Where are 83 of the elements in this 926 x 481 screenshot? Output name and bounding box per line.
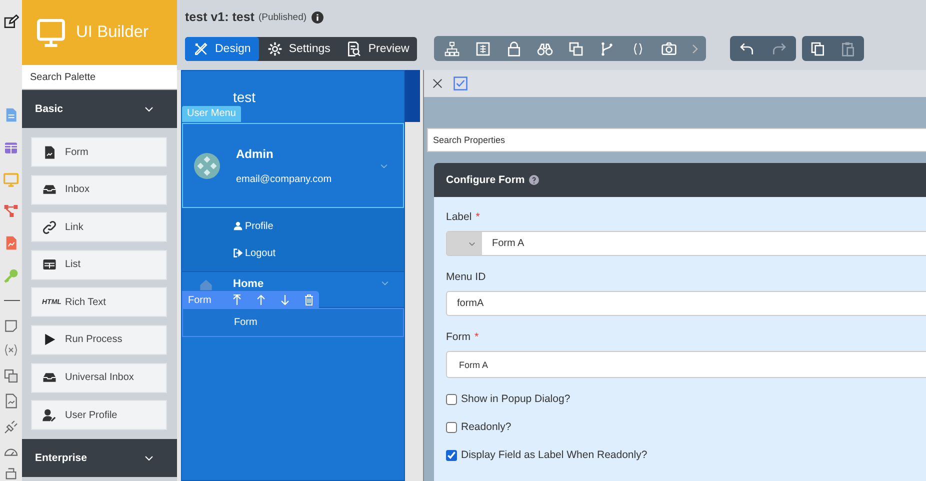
- monitor-icon: [34, 18, 68, 48]
- palette-item[interactable]: Run Process: [31, 324, 167, 355]
- palette-item[interactable]: Form: [31, 137, 167, 167]
- input-field[interactable]: Form A: [446, 231, 926, 256]
- translate-icon[interactable]: [3, 368, 19, 384]
- select-field[interactable]: Form A: [446, 351, 926, 378]
- field-label: Form: [446, 331, 470, 343]
- paste-icon[interactable]: [840, 40, 856, 56]
- grid-icon[interactable]: [3, 140, 19, 156]
- palette-item[interactable]: Link: [31, 212, 167, 242]
- mode-tab[interactable]: Settings: [258, 36, 338, 60]
- checkbox[interactable]: [446, 422, 457, 432]
- branch-icon[interactable]: [599, 40, 616, 56]
- search-field[interactable]: Search Properties: [427, 128, 926, 152]
- sitemap-icon[interactable]: [444, 40, 460, 56]
- header-strip: [405, 70, 420, 122]
- avatar-icon: [194, 152, 220, 178]
- palette-item[interactable]: Universal Inbox: [31, 362, 167, 393]
- form-icon: [42, 144, 57, 160]
- palette-item[interactable]: User Profile: [31, 400, 167, 430]
- flow-icon[interactable]: [3, 203, 19, 219]
- input-field[interactable]: formA: [446, 291, 926, 316]
- translate-icon[interactable]: [568, 40, 584, 56]
- field-label: Menu ID: [446, 271, 486, 283]
- delete-icon[interactable]: [303, 294, 316, 306]
- arrow-down-icon[interactable]: [279, 294, 292, 306]
- close-icon[interactable]: [432, 78, 443, 89]
- plug-icon[interactable]: [3, 419, 19, 435]
- mode-tab[interactable]: Design: [185, 36, 259, 60]
- section-header[interactable]: Enterprise: [22, 439, 177, 478]
- user-name: Admin: [236, 146, 274, 160]
- info-icon: [310, 10, 324, 24]
- logout-icon: [233, 248, 243, 258]
- menu-link[interactable]: Profile: [245, 220, 274, 232]
- checkbox[interactable]: [446, 450, 457, 460]
- required-mark: *: [474, 331, 479, 343]
- help-icon: [528, 175, 539, 185]
- link-icon: [42, 220, 57, 235]
- check-box-icon[interactable]: [453, 76, 468, 91]
- move-top-icon[interactable]: [231, 294, 244, 306]
- required-mark: *: [476, 211, 480, 223]
- palette-item[interactable]: Inbox: [31, 174, 167, 205]
- mode-tab[interactable]: Preview: [338, 36, 418, 60]
- item-toolbar: Form: [182, 291, 320, 309]
- user-icon: [233, 221, 243, 231]
- chevron-right-icon: [692, 44, 698, 54]
- checkbox-label: Show in Popup Dialog?: [461, 393, 570, 405]
- panel-title: Configure Form: [446, 174, 525, 186]
- checkbox-label: Readonly?: [461, 421, 512, 433]
- status-label: (Published): [258, 12, 307, 22]
- menu-link[interactable]: Logout: [245, 248, 276, 258]
- page-title: test v1: test: [185, 10, 254, 24]
- ruler-pencil-icon: [193, 40, 209, 56]
- edit-icon[interactable]: [3, 14, 19, 30]
- table-icon: [42, 257, 57, 272]
- binoculars-icon[interactable]: [537, 40, 554, 56]
- chevron-down-icon: [468, 240, 476, 248]
- user-menu-tag: User Menu: [182, 106, 241, 122]
- printer-icon[interactable]: [3, 466, 19, 481]
- checkbox-label: Display Field as Label When Readonly?: [461, 449, 648, 461]
- menu-item[interactable]: Form: [182, 308, 404, 337]
- section-header[interactable]: Basic: [22, 90, 177, 128]
- note-icon[interactable]: [3, 318, 19, 334]
- document-search-icon: [346, 40, 362, 56]
- play-icon: [42, 332, 57, 348]
- menu-category[interactable]: Home: [233, 278, 361, 290]
- camera-icon[interactable]: [661, 40, 678, 56]
- search-field[interactable]: Search Palette: [22, 65, 177, 90]
- redo-icon[interactable]: [770, 40, 788, 56]
- user-email: email@company.com: [236, 174, 333, 184]
- menu-title: test: [233, 89, 256, 105]
- checkbox[interactable]: [446, 394, 457, 404]
- user-edit-icon: [42, 408, 57, 423]
- field-label: Label: [446, 211, 472, 223]
- arrow-up-icon[interactable]: [255, 294, 268, 306]
- list-box-icon[interactable]: [475, 40, 492, 56]
- variable-icon[interactable]: [3, 342, 19, 358]
- copy-icon[interactable]: [810, 40, 826, 56]
- lock-icon[interactable]: [506, 40, 522, 56]
- app-title: UI Builder: [76, 23, 148, 42]
- palette-item[interactable]: List: [31, 250, 167, 280]
- file-icon[interactable]: [3, 393, 19, 409]
- settings-icon: [266, 40, 283, 56]
